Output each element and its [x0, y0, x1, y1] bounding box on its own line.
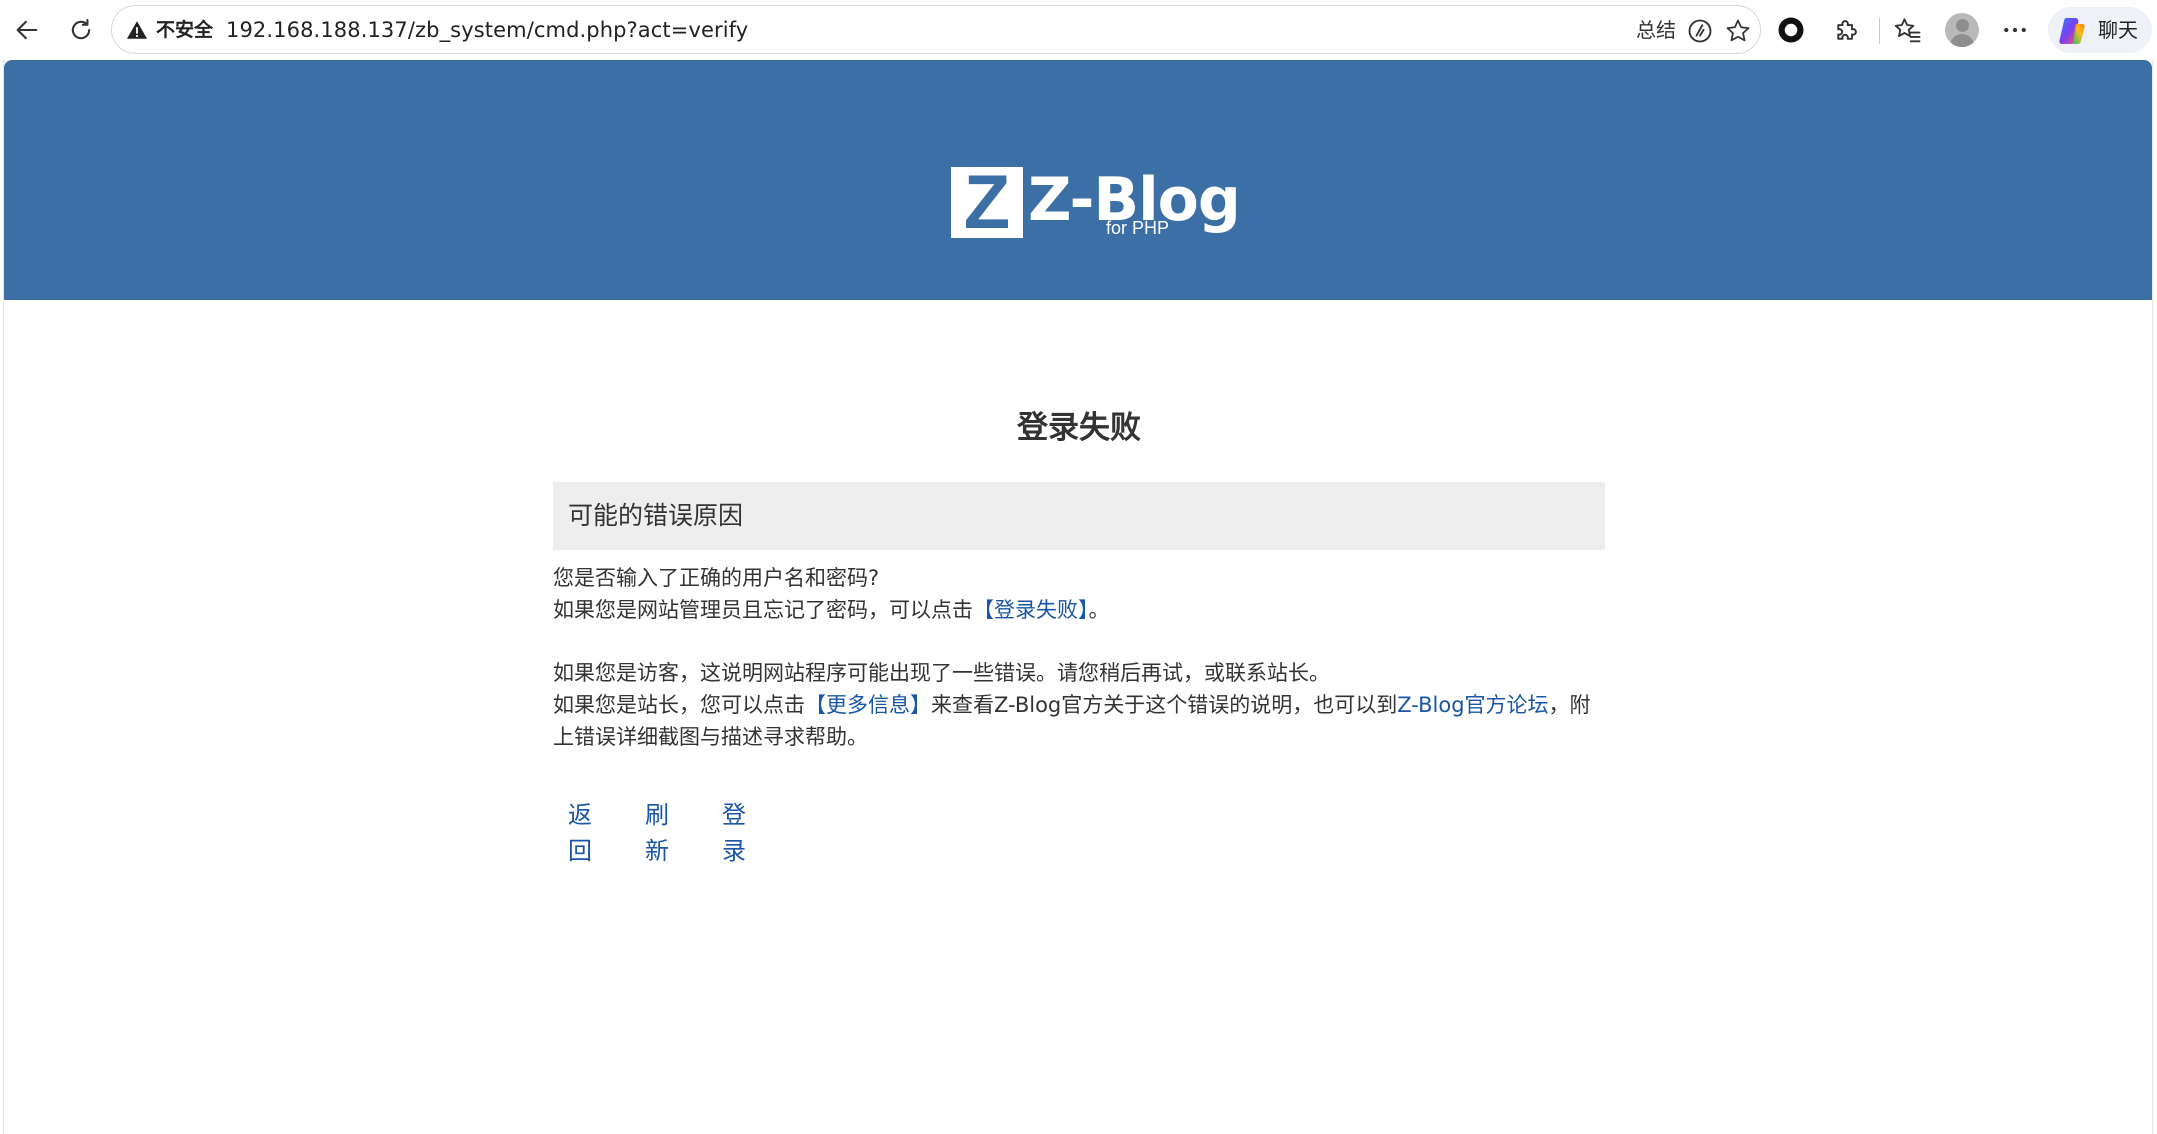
summary-icon[interactable] [1686, 17, 1714, 45]
reason-line-1: 您是否输入了正确的用户名和密码? [553, 562, 1605, 594]
extensions-puzzle-icon[interactable] [1831, 14, 1863, 46]
toolbar-divider [1879, 18, 1880, 44]
reason-line-5-text: 上错误详细截图与描述寻求帮助。 [553, 725, 868, 749]
refresh-link[interactable]: 刷新 [645, 797, 669, 869]
reason-line-4-middle: 来查看Z-Blog官方关于这个错误的说明，也可以到 [931, 693, 1398, 717]
page-viewport: Z Z-Blog for PHP 登录失败 可能的错误原因 您是否输入了正确的用… [3, 60, 2153, 1134]
login-failed-link[interactable]: 【登录失败】 [973, 598, 1089, 622]
page-title: 登录失败 [1017, 410, 1141, 446]
reason-title: 可能的错误原因 [568, 501, 744, 530]
reason-line-4-suffix: ，附 [1548, 693, 1591, 717]
reason-line-2-prefix: 如果您是网站管理员且忘记了密码，可以点击 [553, 598, 973, 622]
more-options-icon[interactable] [1999, 14, 2031, 46]
login-link[interactable]: 登录 [722, 797, 746, 869]
reason-header-box: 可能的错误原因 [553, 482, 1605, 550]
copilot-logo-icon [2059, 18, 2085, 44]
favorite-star-icon[interactable] [1724, 17, 1752, 45]
copilot-chat-button[interactable]: 聊天 [2048, 7, 2152, 53]
insecure-label[interactable]: 不安全 [156, 19, 213, 41]
refresh-icon [71, 19, 91, 40]
logo-subtitle: for PHP [1106, 218, 1170, 238]
back-arrow-icon [16, 20, 38, 40]
record-extension-icon[interactable] [1775, 14, 1807, 46]
chat-label: 聊天 [2098, 18, 2138, 42]
summary-button-label[interactable]: 总结 [1636, 18, 1676, 42]
reason-line-1-text: 您是否输入了正确的用户名和密码? [553, 566, 880, 590]
address-bar[interactable]: 不安全 192.168.188.137/zb_system/cmd.php?ac… [111, 5, 1761, 54]
reason-line-3: 如果您是访客，这说明网站程序可能出现了一些错误。请您稍后再试，或联系站长。 [553, 657, 1605, 689]
reason-line-5: 上错误详细截图与描述寻求帮助。 [553, 721, 1605, 753]
reason-line-4-prefix: 如果您是站长，您可以点击 [553, 693, 805, 717]
back-link[interactable]: 返回 [568, 797, 592, 869]
reason-line-3-text: 如果您是访客，这说明网站程序可能出现了一些错误。请您稍后再试，或联系站长。 [553, 661, 1330, 685]
warning-icon[interactable] [126, 19, 148, 41]
reason-line-4: 如果您是站长，您可以点击【更多信息】来查看Z-Blog官方关于这个错误的说明，也… [553, 689, 1605, 721]
url-text[interactable]: 192.168.188.137/zb_system/cmd.php?act=ve… [226, 19, 748, 41]
refresh-button[interactable] [61, 10, 101, 50]
reason-line-2-suffix: 。 [1088, 598, 1110, 622]
logo-letter: Z [963, 160, 1011, 245]
zblog-logo-mark: Z [951, 160, 1023, 245]
profile-avatar[interactable] [1945, 13, 1979, 47]
back-button[interactable] [7, 10, 47, 50]
browser-toolbar: 不安全 192.168.188.137/zb_system/cmd.php?ac… [0, 0, 2157, 60]
site-header: Z Z-Blog for PHP [4, 60, 2152, 300]
more-info-link[interactable]: 【更多信息】 [805, 693, 931, 717]
reason-line-2: 如果您是网站管理员且忘记了密码，可以点击【登录失败】。 [553, 594, 1605, 626]
zblog-forum-link[interactable]: Z-Blog官方论坛 [1397, 693, 1548, 717]
favorites-icon[interactable] [1891, 14, 1923, 46]
